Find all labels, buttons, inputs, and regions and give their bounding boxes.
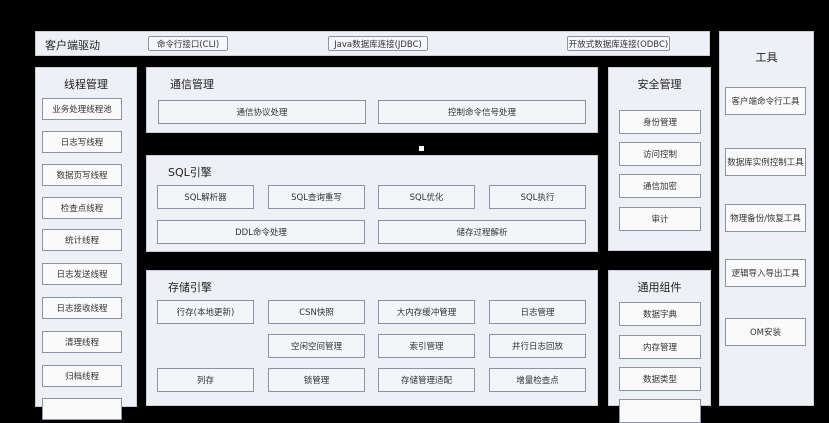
tool-om-box: OM安装 [725,318,806,346]
security-mgmt-panel: 安全管理 身份管理 访问控制 通信加密 审计 [608,67,711,251]
thread-item: 日志写线程 [42,131,122,153]
common-item [619,399,701,423]
free-space-box: 空闲空间管理 [268,334,365,358]
security-item: 通信加密 [619,174,701,198]
comm-mgmt-panel: 通信管理 通信协议处理 控制命令信号处理 [146,67,598,133]
common-components-title: 通用组件 [637,281,682,294]
buffer-mgmt-box: 大内存缓冲管理 [378,300,475,324]
sql-parser-box: SQL解析器 [157,185,254,209]
marker-dot [419,146,424,151]
jdbc-box: Java数据库连接(JDBC) [328,36,428,51]
sql-optimize-box: SQL优化 [378,185,475,209]
sql-execute-box: SQL执行 [489,185,586,209]
common-item: 内存管理 [619,335,701,359]
thread-mgmt-title: 线程管理 [64,78,108,91]
log-mgmt-box: 日志管理 [489,300,586,324]
security-item: 访问控制 [619,142,701,166]
common-item: 数据字典 [619,302,701,326]
incremental-checkpoint-box: 增量检查点 [489,368,586,392]
tools-panel: 工具 客户端命令行工具 数据库实例控制工具 物理备份/恢复工具 逻辑导入导出工具… [719,31,814,406]
storage-adapter-box: 存储管理适配 [378,368,475,392]
thread-item: 统计线程 [42,229,122,251]
thread-item: 检查点线程 [42,197,122,219]
comm-mgmt-title: 通信管理 [170,78,214,91]
row-store-box: 行存(本地更新) [157,300,254,324]
csn-snapshot-box: CSN快照 [268,300,365,324]
ddl-box: DDL命令处理 [157,220,365,244]
cli-box: 命令行接口(CLI) [148,36,228,51]
thread-item: 日志发送线程 [42,263,122,285]
odbc-box: 开放式数据库连接(ODBC) [567,36,670,51]
common-item: 数据类型 [619,367,701,391]
tool-instance-control-box: 数据库实例控制工具 [725,148,806,176]
sql-engine-title: SQL引擎 [168,166,212,179]
security-item: 身份管理 [619,110,701,134]
thread-item: 业务处理线程池 [42,98,122,120]
client-driver-title: 客户端驱动 [45,39,100,52]
tools-title: 工具 [755,51,778,64]
tool-cli-box: 客户端命令行工具 [725,87,806,115]
security-mgmt-title: 安全管理 [637,78,682,91]
common-components-panel: 通用组件 数据字典 内存管理 数据类型 [608,270,711,423]
sql-engine-panel: SQL引擎 SQL解析器 SQL查询重写 SQL优化 SQL执行 DDL命令处理… [146,155,598,252]
thread-item: 数据页写线程 [42,164,122,186]
storage-engine-panel: 存储引擎 行存(本地更新) CSN快照 大内存缓冲管理 日志管理 空闲空间管理 … [146,270,598,406]
thread-item [42,398,122,420]
storage-engine-title: 存储引擎 [168,281,212,294]
protocol-box: 通信协议处理 [158,100,366,124]
index-mgmt-box: 索引管理 [378,334,475,358]
tool-import-export-box: 逻辑导入导出工具 [725,259,806,287]
control-signal-box: 控制命令信号处理 [378,100,586,124]
thread-item: 日志接收线程 [42,297,122,319]
client-driver-panel: 客户端驱动 命令行接口(CLI) Java数据库连接(JDBC) 开放式数据库连… [35,31,710,56]
stored-proc-box: 储存过程解析 [378,220,586,244]
column-store-box: 列存 [157,368,254,392]
sql-rewrite-box: SQL查询重写 [268,185,365,209]
thread-item: 清理线程 [42,331,122,353]
tool-backup-box: 物理备份/恢复工具 [725,204,806,232]
thread-item: 归档线程 [42,365,122,387]
thread-mgmt-panel: 线程管理 业务处理线程池 日志写线程 数据页写线程 检查点线程 统计线程 日志发… [35,67,137,420]
lock-mgmt-box: 锁管理 [268,368,365,392]
security-item: 审计 [619,207,701,231]
parallel-replay-box: 并行日志回放 [489,334,586,358]
